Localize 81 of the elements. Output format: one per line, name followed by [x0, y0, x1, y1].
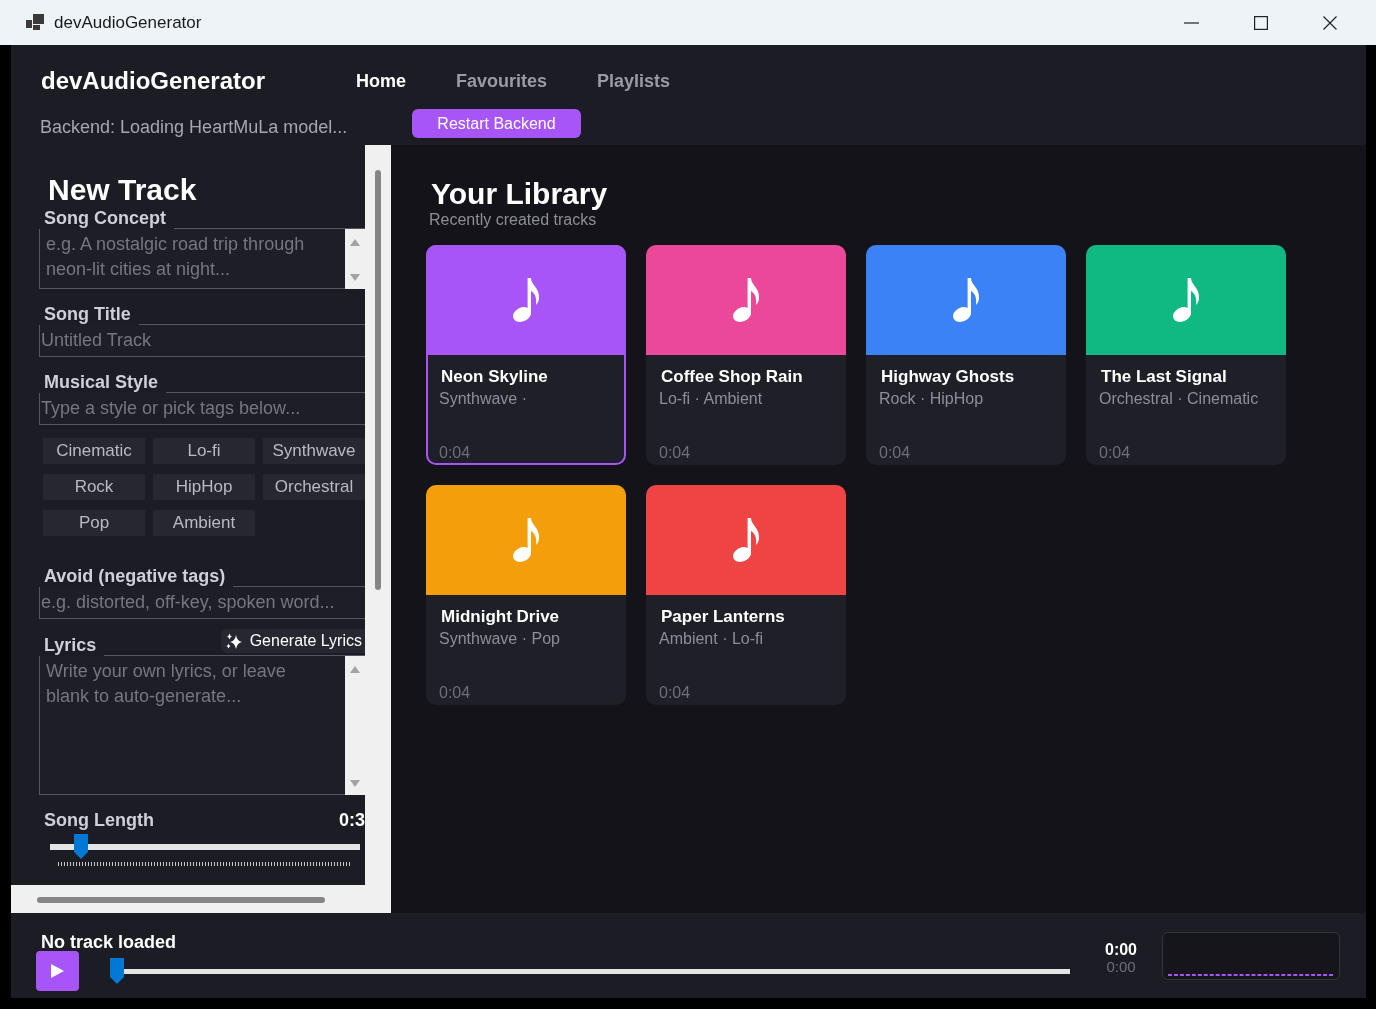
text-area[interactable]: Write your own lyrics, or leave blank to auto-generate... [39, 656, 345, 795]
track-card[interactable]: Midnight Drive Synthwave · Pop 0:04 [426, 485, 626, 705]
play-button[interactable] [36, 951, 79, 991]
track-title: Paper Lanterns [661, 607, 786, 627]
track-duration: 0:04 [1099, 444, 1132, 462]
total-time: 0:00 [1106, 959, 1136, 974]
close-icon[interactable] [1322, 15, 1337, 30]
style-tag[interactable]: HipHop [153, 474, 255, 500]
current-time: 0:00 [1105, 941, 1137, 959]
minimize-icon[interactable] [1184, 21, 1199, 24]
track-tags: Rock · HipHop [879, 389, 1056, 409]
track-tags: Orchestral · Cinematic [1099, 389, 1276, 409]
restart-button[interactable]: Restart Backend [412, 109, 581, 138]
down-arrow-icon[interactable] [350, 780, 360, 787]
music-note-icon [732, 277, 760, 323]
style-tag[interactable]: Lo-fi [153, 438, 255, 464]
slider-thumb[interactable] [73, 834, 88, 859]
track-card[interactable]: Coffee Shop Rain Lo-fi · Ambient 0:04 [646, 245, 846, 465]
track-duration: 0:04 [659, 444, 692, 462]
music-note-icon [512, 517, 540, 563]
play-icon [51, 964, 64, 978]
field-label: Musical Style [43, 371, 160, 393]
track-duration: 0:04 [659, 684, 692, 702]
style-tag[interactable]: Rock [43, 474, 145, 500]
track-tags: Lo-fi · Ambient [659, 389, 836, 409]
field-label: Avoid (negative tags) [43, 565, 227, 587]
track-tags: Ambient · Lo-fi [659, 629, 836, 649]
library-subtitle: Recently created tracks [429, 211, 598, 229]
input-field[interactable]: e.g. distorted, off-key, spoken word... [39, 587, 365, 619]
track-title: Coffee Shop Rain [661, 367, 804, 387]
length-value: 0:3 [339, 809, 365, 831]
track-card[interactable]: Highway Ghosts Rock · HipHop 0:04 [866, 245, 1066, 465]
track-duration: 0:04 [879, 444, 912, 462]
nav-tab[interactable]: Home [356, 70, 406, 92]
style-tag[interactable]: Orchestral [263, 474, 365, 500]
scrollbar-thumb[interactable] [37, 897, 325, 903]
track-card[interactable]: The Last Signal Orchestral · Cinematic 0:04 [1086, 245, 1286, 465]
nav-tab[interactable]: Playlists [597, 70, 671, 92]
music-note-icon [732, 517, 760, 563]
style-tag[interactable]: Ambient [153, 510, 255, 536]
style-tag[interactable]: Synthwave [263, 438, 365, 464]
app-icon [26, 14, 44, 31]
down-arrow-icon[interactable] [350, 274, 360, 281]
field-label: Song Length [43, 809, 155, 831]
sparkle-icon [225, 633, 242, 649]
maximize-icon[interactable] [1253, 15, 1268, 30]
track-card[interactable]: Paper Lanterns Ambient · Lo-fi 0:04 [646, 485, 846, 705]
scrollbar[interactable] [345, 229, 365, 289]
field-label: Song Title [43, 303, 132, 325]
track-title: Highway Ghosts [881, 367, 1016, 387]
slider-thumb[interactable] [110, 958, 124, 984]
track-card[interactable]: Neon Skyline Synthwave · 0:04 [426, 245, 626, 465]
track-title: Midnight Drive [441, 607, 561, 627]
music-note-icon [512, 277, 540, 323]
track-title: The Last Signal [1101, 367, 1228, 387]
up-arrow-icon[interactable] [350, 239, 360, 246]
up-arrow-icon[interactable] [350, 666, 360, 673]
panel-title: New Track [48, 173, 198, 207]
app-title: devAudioGenerator [41, 67, 266, 94]
track-tags: Synthwave · [439, 389, 616, 409]
style-tag[interactable]: Pop [43, 510, 145, 536]
track-status: No track loaded [41, 933, 177, 951]
input-field[interactable]: Untitled Track [39, 325, 365, 357]
generate-button[interactable]: Generate Lyrics [220, 629, 365, 653]
track-duration: 0:04 [439, 444, 472, 462]
field-label: Song Concept [43, 207, 167, 229]
track-title: Neon Skyline [441, 367, 549, 387]
input-field[interactable]: Type a style or pick tags below... [39, 393, 365, 425]
library-title: Your Library [431, 177, 609, 211]
track-tags: Synthwave · Pop [439, 629, 616, 649]
music-note-icon [1172, 277, 1200, 323]
scrollbar[interactable] [345, 656, 365, 795]
scrollbar-thumb[interactable] [375, 170, 381, 590]
backend-status: Backend: Loading HeartMuLa model... [40, 117, 348, 137]
music-note-icon [952, 277, 980, 323]
field-label: Lyrics [43, 634, 98, 656]
track-duration: 0:04 [439, 684, 472, 702]
text-area[interactable]: e.g. A nostalgic road trip through neon-lit cities at night... [39, 229, 345, 289]
window-title: devAudioGenerator [54, 12, 202, 33]
style-tag[interactable]: Cinematic [43, 438, 145, 464]
nav-tab[interactable]: Favourites [456, 70, 548, 92]
